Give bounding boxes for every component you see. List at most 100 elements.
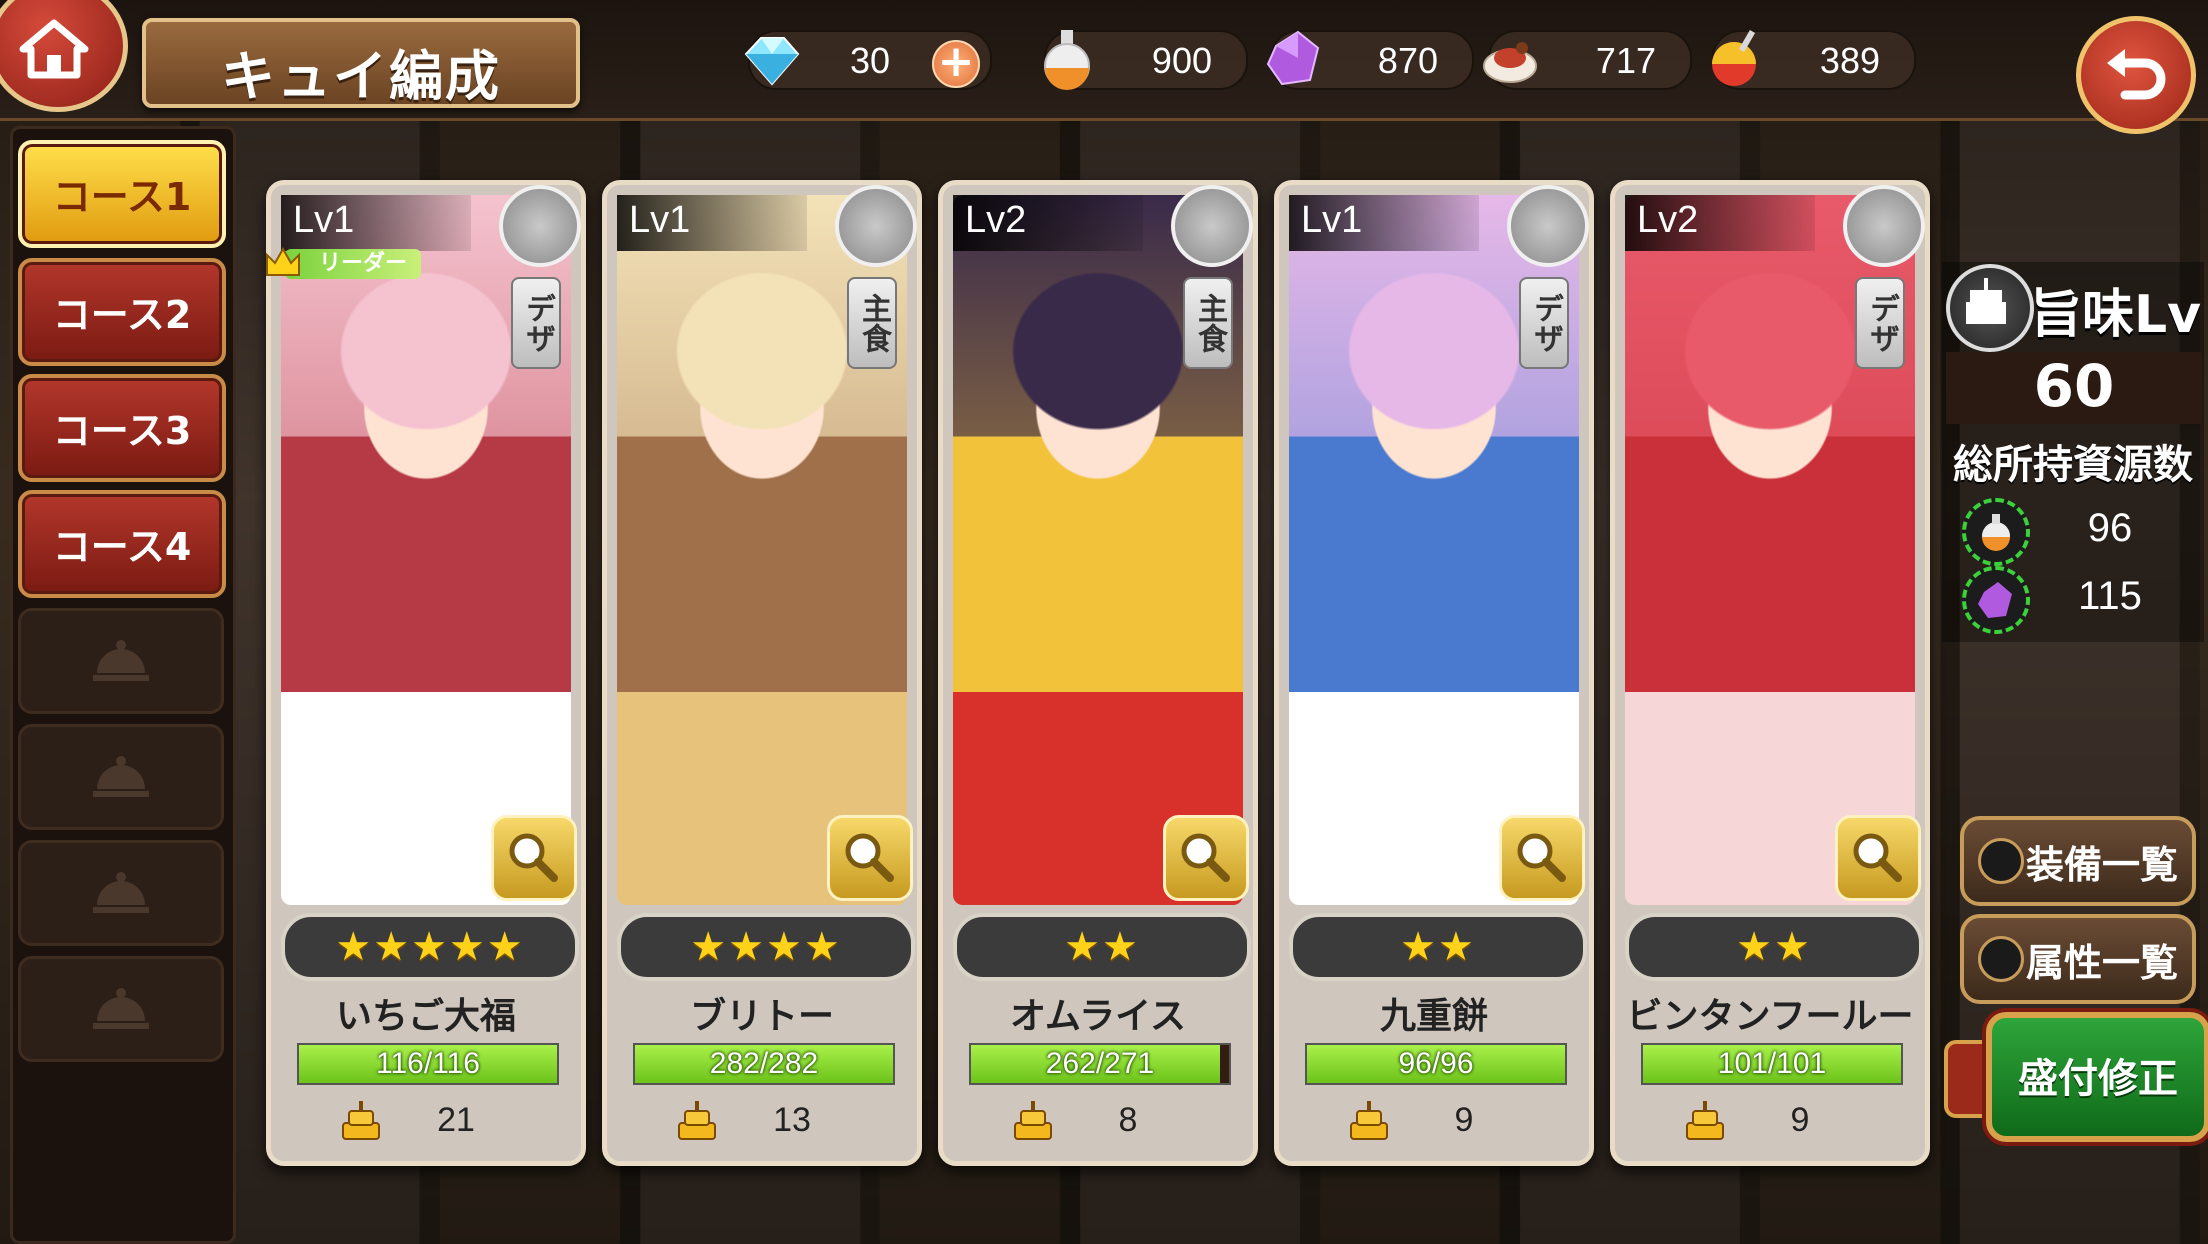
cloche-icon <box>93 872 149 913</box>
dish-count: 21 <box>437 1101 475 1139</box>
character-card[interactable]: Lv2 主食 ★★ オムライス 262/271 8 <box>938 180 1258 1166</box>
character-level: Lv2 <box>965 199 1027 241</box>
dish-type-icon <box>1171 185 1253 267</box>
add-gems-button[interactable]: + <box>932 36 980 88</box>
hp-value: 262/271 <box>1045 1047 1155 1080</box>
inspect-button[interactable] <box>1163 815 1249 901</box>
total-holdings-label: 総所持資源数 <box>1953 442 2193 488</box>
hp-bar: 262/271 <box>969 1043 1231 1085</box>
character-card[interactable]: Lv1 デザ リーダー ★★★★★ いちご大福 116/116 21 <box>266 180 586 1166</box>
return-arrow-icon <box>2107 49 2166 100</box>
dish-type-tag: 主食 <box>847 277 897 369</box>
crown-icon <box>266 246 300 276</box>
rarity-stars: ★★★★★ <box>281 913 579 981</box>
serve-fix-label: 盛付修正 <box>2018 1056 2178 1102</box>
course-tab-4[interactable]: コース4 <box>18 490 226 598</box>
course-tab-3[interactable]: コース3 <box>18 374 226 482</box>
hp-value: 116/116 <box>376 1047 480 1080</box>
character-card[interactable]: Lv2 デザ ★★ ビンタンフールー 101/101 9 <box>1610 180 1930 1166</box>
cloche-icon <box>93 640 149 681</box>
hp-bar: 116/116 <box>297 1043 559 1085</box>
inspect-button[interactable] <box>1499 815 1585 901</box>
character-name: ビンタンフールー <box>1626 996 1914 1037</box>
magnifier-icon <box>509 833 558 882</box>
course-tab-label: コース3 <box>52 409 192 453</box>
rarity-stars: ★★ <box>1625 913 1923 981</box>
cake-icon <box>1014 1101 1052 1140</box>
dish-type-icon <box>1843 185 1925 267</box>
character-name: ブリトー <box>689 996 834 1037</box>
character-level: Lv1 <box>1301 199 1363 241</box>
cake-icon <box>678 1101 716 1140</box>
attribute-list-button[interactable]: 属性一覧 <box>1960 914 2196 1004</box>
equipment-list-button[interactable]: 装備一覧 <box>1960 816 2196 906</box>
crystal-count: 870 <box>1377 40 1438 81</box>
locked-course-slot <box>18 956 224 1062</box>
dish-type-tag: デザ <box>511 277 561 369</box>
dish-type-icon <box>1507 185 1589 267</box>
dish-count: 389 <box>1819 40 1880 81</box>
hp-bar: 96/96 <box>1305 1043 1567 1085</box>
potion-icon <box>1044 30 1090 90</box>
character-level: Lv1 <box>629 199 691 241</box>
hp-bar: 282/282 <box>633 1043 895 1085</box>
cloche-icon <box>93 988 149 1029</box>
character-name: オムライス <box>1009 996 1187 1037</box>
character-level: Lv1 <box>293 199 355 241</box>
cloche-icon <box>93 756 149 797</box>
screen-title: キュイ編成 <box>221 45 501 108</box>
umami-level-value: 60 <box>2033 352 2115 420</box>
crystal-icon <box>1962 566 2030 634</box>
attribute-list-label: 属性一覧 <box>2026 941 2179 985</box>
leader-label: リーダー <box>319 251 408 276</box>
dish-count: 9 <box>1790 1101 1810 1139</box>
dish-count: 8 <box>1118 1101 1138 1139</box>
locked-course-slot <box>18 840 224 946</box>
screen-title-plate: キュイ編成 <box>142 18 580 108</box>
hp-bar: 101/101 <box>1641 1043 1903 1085</box>
course-tab-label: コース2 <box>52 293 192 337</box>
crystal-icon <box>1266 30 1320 86</box>
dish-type-icon <box>499 185 581 267</box>
character-level: Lv2 <box>1637 199 1699 241</box>
magnifier-icon <box>1517 833 1566 882</box>
inspect-button[interactable] <box>491 815 577 901</box>
meat-counter: 717 <box>1483 30 1692 90</box>
dish-count: 9 <box>1454 1101 1474 1139</box>
serve-fix-button[interactable]: 盛付修正 <box>1986 1012 2208 1142</box>
leader-badge: リーダー <box>266 246 422 279</box>
locked-course-slot <box>18 724 224 830</box>
back-button[interactable] <box>2076 16 2196 134</box>
equipment-list-label: 装備一覧 <box>2026 843 2179 887</box>
meat-icon <box>1483 42 1537 83</box>
radio-dot-icon <box>1978 838 2024 884</box>
course-tab-label: コース4 <box>52 525 192 569</box>
course-tab-label: コース1 <box>52 175 192 219</box>
cake-icon <box>342 1101 380 1140</box>
hp-value: 96/96 <box>1398 1047 1474 1080</box>
potion-counter: 900 <box>1044 30 1248 90</box>
locked-course-slot <box>18 608 224 714</box>
course-tab-2[interactable]: コース2 <box>18 258 226 366</box>
character-card[interactable]: Lv1 主食 ★★★★ ブリトー 282/282 13 <box>602 180 922 1166</box>
rarity-stars: ★★ <box>953 913 1251 981</box>
cake-icon <box>1350 1101 1388 1140</box>
dish-type-icon <box>835 185 917 267</box>
rarity-stars: ★★ <box>1289 913 1587 981</box>
dish-icon <box>1712 29 1756 86</box>
magnifier-icon <box>845 833 894 882</box>
magnifier-icon <box>1853 833 1902 882</box>
meat-count: 717 <box>1595 40 1656 81</box>
inspect-button[interactable] <box>827 815 913 901</box>
gem-icon <box>744 37 800 86</box>
potion-icon <box>1962 498 2030 566</box>
hp-value: 282/282 <box>709 1047 819 1080</box>
course-tab-1[interactable]: コース1 <box>18 140 226 248</box>
held-potion-count: 96 <box>2087 506 2133 550</box>
character-name: いちご大福 <box>335 996 516 1037</box>
inspect-button[interactable] <box>1835 815 1921 901</box>
character-card[interactable]: Lv1 デザ ★★ 九重餅 96/96 9 <box>1274 180 1594 1166</box>
cake-icon <box>1946 264 2034 352</box>
dish-type-tag: 主食 <box>1183 277 1233 369</box>
dish-type-tag: デザ <box>1519 277 1569 369</box>
